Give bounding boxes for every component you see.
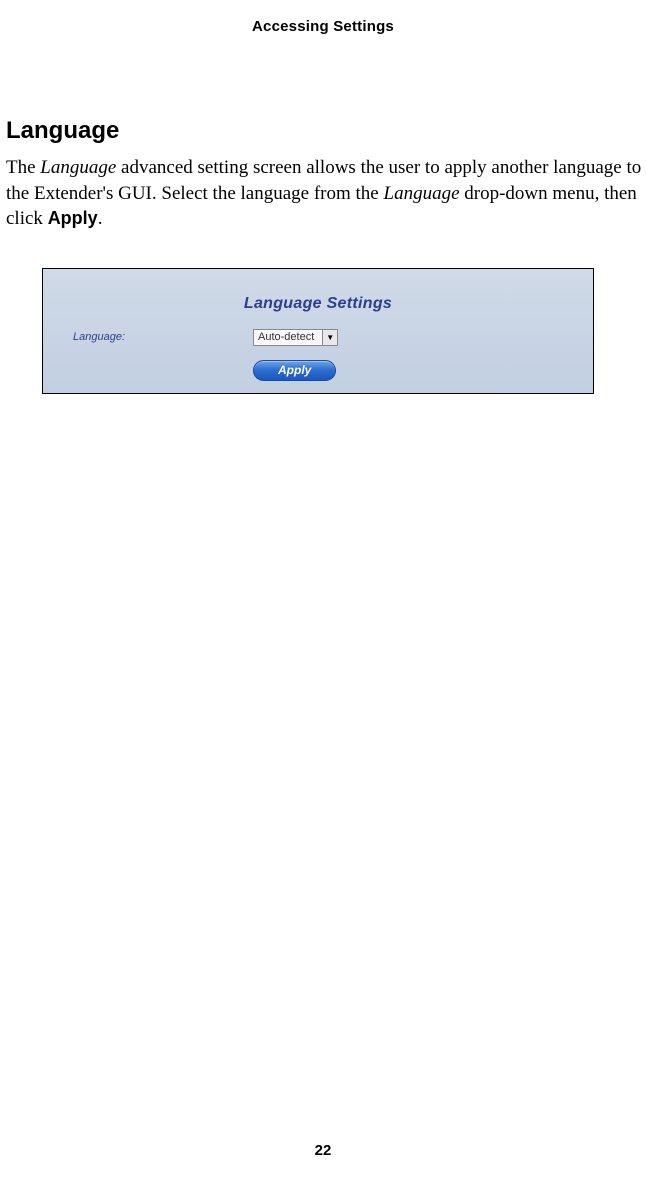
page-number: 22 (0, 1142, 646, 1159)
language-settings-panel: Language Settings Language: Auto-detect … (42, 268, 594, 394)
language-label: Language: (73, 331, 253, 343)
language-select[interactable]: Auto-detect ▼ (253, 329, 338, 346)
chevron-down-icon: ▼ (322, 330, 337, 345)
settings-panel-wrapper: Language Settings Language: Auto-detect … (42, 268, 622, 394)
form-row-language: Language: Auto-detect ▼ (43, 329, 593, 346)
panel-title: Language Settings (43, 269, 593, 329)
section-body-text: The Language advanced setting screen all… (6, 155, 644, 232)
text-fragment: . (98, 208, 103, 229)
apply-button[interactable]: Apply (253, 360, 336, 381)
section-heading-language: Language (6, 117, 646, 145)
text-emphasis-language: Language (384, 183, 460, 204)
page-header: Accessing Settings (0, 0, 646, 35)
text-fragment: The (6, 157, 40, 178)
button-row: Apply (43, 360, 593, 381)
text-emphasis-language: Language (40, 157, 116, 178)
language-select-value: Auto-detect (258, 331, 322, 343)
text-bold-apply: Apply (48, 208, 98, 228)
